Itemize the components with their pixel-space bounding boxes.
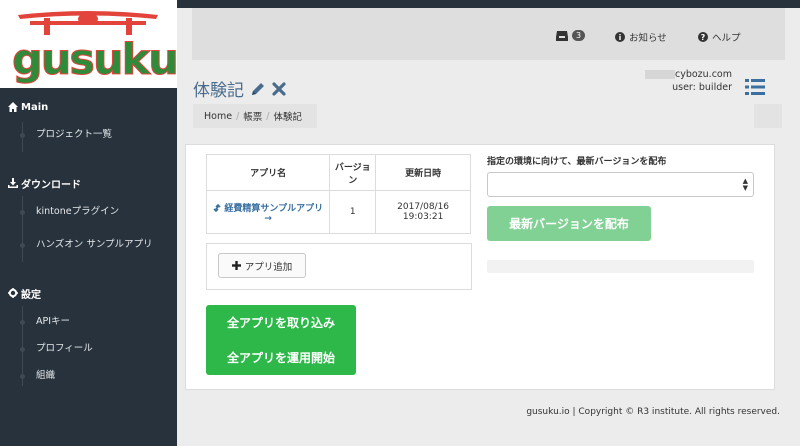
nav-dot bbox=[20, 374, 25, 379]
breadcrumb-forms[interactable]: 帳票 bbox=[243, 109, 262, 123]
nav-line bbox=[22, 196, 23, 262]
info-icon bbox=[615, 32, 625, 42]
table-row: 経費精算サンプルアプリ → 1 2017/08/16 19:03:21 bbox=[205, 190, 471, 234]
home-icon bbox=[8, 102, 18, 112]
select-arrows-icon: ▲ ▼ bbox=[742, 177, 748, 192]
deploy-label: 指定の環境に向けて、最新バージョンを配布 bbox=[487, 157, 667, 167]
close-icon[interactable] bbox=[272, 81, 286, 96]
add-app-button[interactable]: アプリ追加 bbox=[218, 253, 306, 278]
sidebar-item-profile[interactable]: プロフィール bbox=[36, 342, 93, 356]
download-icon bbox=[8, 178, 18, 188]
redacted-block bbox=[644, 70, 675, 79]
pencil-icon[interactable] bbox=[250, 81, 266, 97]
news-label: お知らせ bbox=[629, 33, 667, 44]
app-version: 1 bbox=[329, 190, 377, 234]
logo-text: gusuku bbox=[12, 35, 180, 85]
sidebar-item-organization[interactable]: 組織 bbox=[36, 369, 55, 383]
col-updated: 更新日時 bbox=[375, 154, 471, 191]
torii-gate-icon bbox=[18, 11, 158, 35]
apps-table: アプリ名 バージョン 更新日時 経費精算サンプルアプリ → 1 2017/08/… bbox=[205, 154, 471, 234]
header bbox=[192, 8, 785, 60]
breadcrumb-separator: / bbox=[236, 110, 240, 122]
logo[interactable]: gusuku bbox=[0, 0, 180, 88]
plus-icon bbox=[231, 261, 241, 270]
nav-header-label: ダウンロード bbox=[21, 179, 81, 191]
nav-header-main: Main bbox=[8, 100, 48, 114]
help-link[interactable]: ? ヘルプ bbox=[698, 30, 741, 44]
nav-dot bbox=[20, 347, 25, 352]
nav-header-download: ダウンロード bbox=[8, 176, 81, 191]
svg-text:?: ? bbox=[701, 33, 706, 42]
breadcrumb: Home / 帳票 / 体験記 bbox=[193, 104, 317, 128]
nav-dot bbox=[20, 210, 25, 215]
notifications-button[interactable]: 3 bbox=[556, 30, 586, 41]
progress-bar bbox=[487, 260, 754, 273]
sidebar-item-handson-sample[interactable]: ハンズオン サンプルアプリ bbox=[36, 238, 153, 252]
question-icon: ? bbox=[698, 32, 708, 42]
breadcrumb-separator: / bbox=[266, 110, 270, 122]
page-title: 体験記 bbox=[193, 76, 286, 101]
import-all-apps-button[interactable]: 全アプリを取り込み bbox=[206, 305, 356, 340]
sidebar-item-kintone-plugin[interactable]: kintoneプラグイン bbox=[36, 205, 119, 219]
app-name: 経費精算サンプルアプリ → bbox=[224, 203, 324, 224]
breadcrumb-right-block bbox=[754, 104, 782, 128]
link-icon bbox=[213, 203, 221, 212]
col-version: バージョン bbox=[329, 154, 377, 191]
breadcrumb-current: 体験記 bbox=[273, 112, 302, 123]
nav-header-label: Main bbox=[21, 101, 49, 113]
environment-select[interactable]: ▲ ▼ bbox=[487, 172, 754, 197]
user-info: cybozu.com user: builder bbox=[644, 68, 732, 94]
footer: gusuku.io | Copyright © R3 institute. Al… bbox=[526, 407, 780, 417]
user-email-text: cybozu.com bbox=[674, 69, 732, 80]
page-title-text: 体験記 bbox=[193, 81, 244, 101]
app-link[interactable]: 経費精算サンプルアプリ → bbox=[205, 190, 331, 234]
nav-header-label: 設定 bbox=[21, 289, 41, 301]
nav-dot bbox=[20, 243, 25, 248]
table-header-row: アプリ名 バージョン 更新日時 bbox=[205, 154, 471, 191]
nav-dot bbox=[20, 133, 25, 138]
inbox-icon bbox=[556, 30, 568, 41]
sidebar: gusuku Main プロジェクト一覧 ダウンロード kintoneプラグイン… bbox=[0, 0, 180, 446]
top-bar bbox=[177, 0, 800, 8]
notification-badge: 3 bbox=[572, 30, 586, 41]
deploy-latest-button[interactable]: 最新バージョンを配布 bbox=[487, 206, 651, 241]
col-app-name: アプリ名 bbox=[205, 154, 331, 191]
user-line: user: builder bbox=[672, 82, 732, 93]
nav-header-settings: 設定 bbox=[8, 286, 41, 301]
sidebar-item-api-key[interactable]: APIキー bbox=[36, 315, 70, 329]
nav-dot bbox=[20, 320, 25, 325]
start-all-apps-button[interactable]: 全アプリを運用開始 bbox=[206, 340, 356, 375]
gear-icon bbox=[8, 288, 18, 298]
user-email: cybozu.com bbox=[644, 68, 732, 81]
breadcrumb-home[interactable]: Home bbox=[204, 111, 232, 122]
help-label: ヘルプ bbox=[712, 33, 741, 44]
news-link[interactable]: お知らせ bbox=[615, 30, 667, 44]
list-menu-icon[interactable] bbox=[745, 78, 765, 96]
app-updated: 2017/08/16 19:03:21 bbox=[375, 190, 471, 234]
sidebar-item-projects[interactable]: プロジェクト一覧 bbox=[36, 128, 112, 142]
add-app-label: アプリ追加 bbox=[244, 261, 293, 273]
